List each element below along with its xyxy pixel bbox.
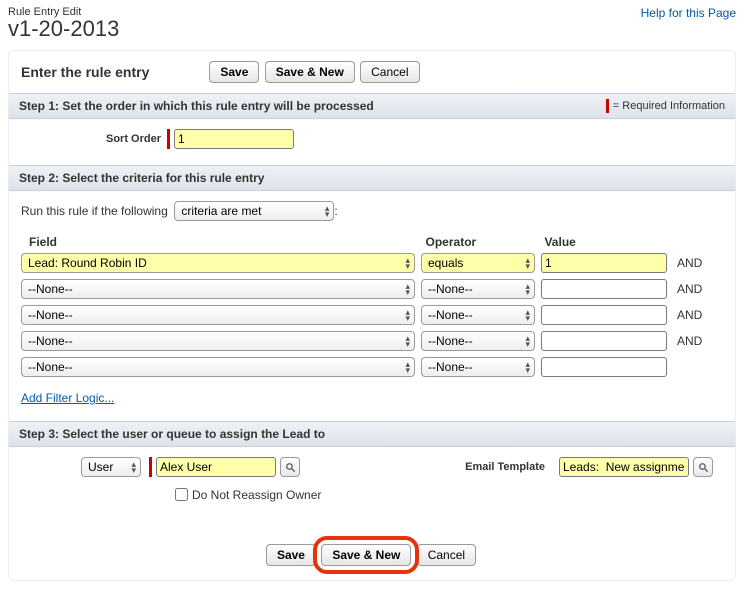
criteria-operator-select[interactable]: --None-- (421, 331, 535, 351)
lookup-icon[interactable] (280, 457, 300, 477)
required-indicator-icon (149, 457, 152, 477)
criteria-operator-select[interactable]: --None-- (421, 357, 535, 377)
required-indicator-icon (606, 99, 609, 113)
cancel-button[interactable]: Cancel (417, 544, 476, 566)
save-new-button[interactable]: Save & New (321, 544, 411, 566)
criteria-value-input[interactable] (541, 279, 667, 299)
add-filter-logic-link[interactable]: Add Filter Logic... (21, 391, 114, 405)
step1-title: Step 1: Set the order in which this rule… (19, 99, 374, 113)
do-not-reassign-label: Do Not Reassign Owner (192, 488, 321, 502)
step3-title: Step 3: Select the user or queue to assi… (19, 427, 325, 441)
run-rule-prefix: Run this rule if the following (21, 204, 168, 218)
col-operator: Operator (426, 235, 545, 249)
step1-header: Step 1: Set the order in which this rule… (9, 93, 735, 119)
do-not-reassign-checkbox[interactable] (175, 488, 188, 501)
step3-header: Step 3: Select the user or queue to assi… (9, 421, 735, 447)
criteria-row: --None--▴▾--None--▴▾ (21, 357, 723, 377)
email-template-label: Email Template (465, 461, 545, 473)
criteria-field-select[interactable]: --None-- (21, 305, 415, 325)
criteria-operator-select[interactable]: equals (421, 253, 535, 273)
criteria-row: --None--▴▾--None--▴▾AND (21, 305, 723, 325)
assignee-input[interactable] (156, 457, 276, 477)
email-template-input[interactable] (559, 457, 689, 477)
colon: : (334, 204, 337, 218)
sort-order-input[interactable] (174, 129, 294, 149)
form-panel: Enter the rule entry Save Save & New Can… (8, 50, 736, 581)
criteria-mode-select[interactable]: criteria are met (174, 201, 334, 221)
sort-order-label: Sort Order (21, 133, 167, 145)
criteria-field-select[interactable]: --None-- (21, 279, 415, 299)
criteria-and-label: AND (667, 308, 717, 322)
criteria-operator-select[interactable]: --None-- (421, 305, 535, 325)
criteria-value-input[interactable] (541, 331, 667, 351)
save-button[interactable]: Save (266, 544, 316, 566)
help-link[interactable]: Help for this Page (641, 6, 736, 20)
col-value: Value (544, 235, 673, 249)
cancel-button[interactable]: Cancel (360, 61, 419, 83)
criteria-row: --None--▴▾--None--▴▾AND (21, 279, 723, 299)
step2-title: Step 2: Select the criteria for this rul… (19, 171, 264, 185)
assignee-type-select[interactable]: User (81, 457, 141, 477)
criteria-value-input[interactable] (541, 357, 667, 377)
page-title: v1-20-2013 (8, 16, 119, 42)
col-field: Field (29, 235, 426, 249)
criteria-field-select[interactable]: --None-- (21, 331, 415, 351)
lookup-icon[interactable] (693, 457, 713, 477)
criteria-field-select[interactable]: --None-- (21, 357, 415, 377)
required-note: = Required Information (606, 99, 725, 113)
criteria-operator-select[interactable]: --None-- (421, 279, 535, 299)
criteria-field-select[interactable]: Lead: Round Robin ID (21, 253, 415, 273)
section-title: Enter the rule entry (21, 64, 149, 80)
save-new-button[interactable]: Save & New (265, 61, 355, 83)
criteria-and-label: AND (667, 282, 717, 296)
required-indicator-icon (167, 129, 170, 149)
criteria-and-label: AND (667, 256, 717, 270)
criteria-value-input[interactable] (541, 305, 667, 325)
criteria-row: Lead: Round Robin ID▴▾equals▴▾AND (21, 253, 723, 273)
criteria-row: --None--▴▾--None--▴▾AND (21, 331, 723, 351)
step2-header: Step 2: Select the criteria for this rul… (9, 165, 735, 191)
criteria-and-label: AND (667, 334, 717, 348)
save-button[interactable]: Save (209, 61, 259, 83)
criteria-value-input[interactable] (541, 253, 667, 273)
